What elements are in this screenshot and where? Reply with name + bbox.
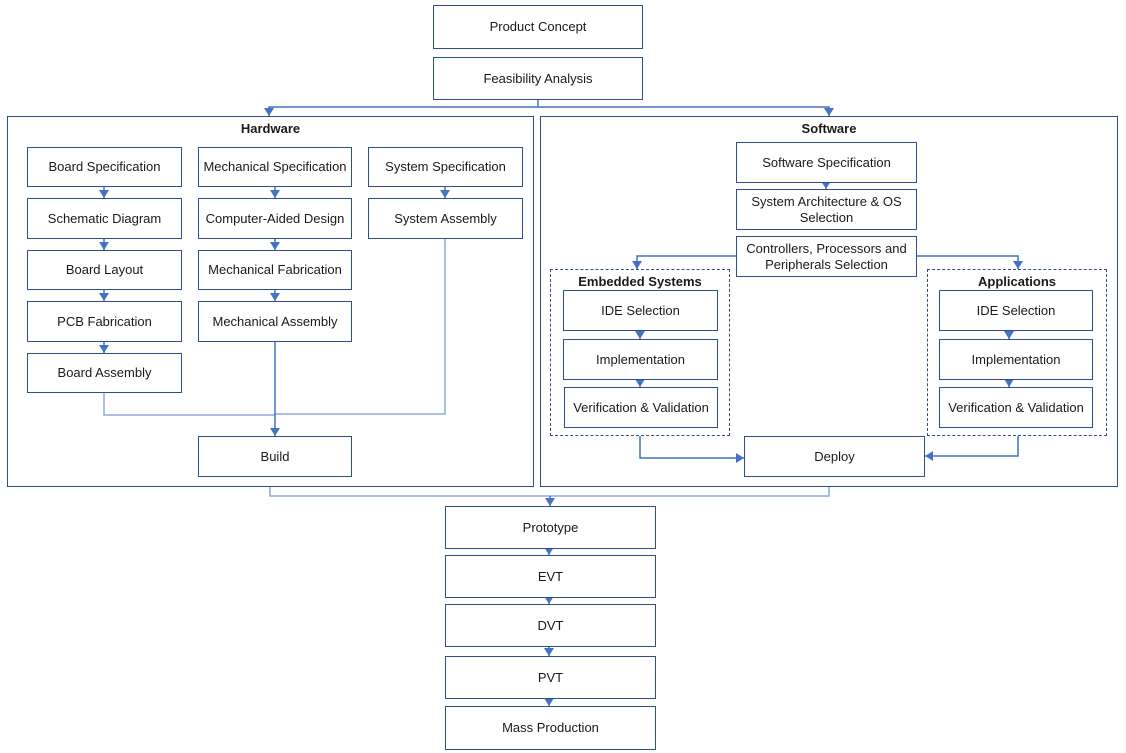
computer-aided-design-box: Computer-Aided Design (198, 198, 352, 239)
software-specification-label: Software Specification (762, 154, 891, 170)
system-specification-box: System Specification (368, 147, 523, 187)
to-hardware-connector (268, 106, 538, 116)
feasibility-analysis-label: Feasibility Analysis (483, 70, 593, 86)
evt-label: EVT (537, 568, 564, 584)
dvt-box: DVT (445, 604, 656, 647)
applications-implementation-label: Implementation (971, 351, 1061, 367)
board-assembly-box: Board Assembly (27, 353, 182, 393)
mechanical-assembly-box: Mechanical Assembly (198, 301, 352, 342)
to-hardware-connector-arrowhead (264, 108, 274, 116)
prototype-label: Prototype (522, 519, 579, 535)
embedded-implementation-box: Implementation (563, 339, 718, 380)
mass-production-box: Mass Production (445, 706, 656, 750)
controllers-selection-box: Controllers, Processors and Peripherals … (736, 236, 917, 277)
deploy-label: Deploy (814, 448, 855, 464)
board-specification-label: Board Specification (48, 159, 161, 174)
to-software-connector (538, 106, 830, 116)
evt-box: EVT (445, 555, 656, 598)
board-layout-label: Board Layout (65, 262, 144, 277)
applications-verification-label: Verification & Validation (948, 399, 1084, 415)
panels-to-prototype-bus (269, 487, 830, 497)
system-architecture-label: System Architecture & OS Selection (751, 193, 902, 225)
mechanical-specification-label: Mechanical Specification (203, 159, 347, 174)
applications-title: Applications (977, 274, 1056, 289)
to-prototype-connector-arrowhead (545, 498, 555, 506)
stage-arrow-2-arrowhead (544, 648, 554, 656)
applications-ide-selection-box: IDE Selection (939, 290, 1093, 331)
to-software-connector-arrowhead (824, 108, 834, 116)
prototype-box: Prototype (445, 506, 656, 549)
system-assembly-label: System Assembly (394, 210, 497, 226)
stage-arrow-3-arrowhead (544, 698, 554, 706)
mechanical-specification-box: Mechanical Specification (198, 147, 352, 187)
board-layout-box: Board Layout (27, 250, 182, 290)
pcb-fabrication-box: PCB Fabrication (27, 301, 182, 342)
embedded-verification-label: Verification & Validation (573, 399, 709, 415)
software-title: Software (801, 121, 857, 136)
pvt-box: PVT (445, 656, 656, 699)
applications-implementation-box: Implementation (939, 339, 1093, 380)
applications-verification-box: Verification & Validation (939, 387, 1093, 428)
pvt-label: PVT (537, 669, 564, 685)
dvt-label: DVT (537, 617, 564, 633)
mechanical-fabrication-label: Mechanical Fabrication (208, 262, 342, 277)
embedded-ide-selection-box: IDE Selection (563, 290, 718, 331)
deploy-box: Deploy (744, 436, 925, 477)
embedded-verification-box: Verification & Validation (564, 387, 718, 428)
embedded-systems-title: Embedded Systems (578, 274, 702, 289)
product-concept-label: Product Concept (489, 19, 587, 34)
pcb-fabrication-label: PCB Fabrication (57, 313, 152, 329)
board-assembly-label: Board Assembly (57, 365, 152, 380)
embedded-ide-selection-label: IDE Selection (601, 302, 680, 318)
build-box: Build (198, 436, 352, 477)
system-architecture-box: System Architecture & OS Selection (736, 189, 917, 230)
software-specification-box: Software Specification (736, 142, 917, 183)
mechanical-assembly-label: Mechanical Assembly (212, 313, 338, 329)
system-specification-label: System Specification (385, 159, 506, 174)
schematic-diagram-box: Schematic Diagram (27, 198, 182, 239)
product-concept-box: Product Concept (433, 5, 643, 49)
schematic-diagram-label: Schematic Diagram (47, 210, 162, 226)
system-assembly-box: System Assembly (368, 198, 523, 239)
embedded-implementation-label: Implementation (596, 351, 685, 367)
hardware-title: Hardware (240, 121, 301, 136)
controllers-selection-label: Controllers, Processors and Peripherals … (746, 240, 907, 272)
board-specification-box: Board Specification (27, 147, 182, 187)
mass-production-label: Mass Production (502, 720, 599, 735)
build-label: Build (260, 448, 290, 464)
computer-aided-design-label: Computer-Aided Design (205, 210, 345, 226)
applications-ide-selection-label: IDE Selection (976, 302, 1056, 318)
mechanical-fabrication-box: Mechanical Fabrication (198, 250, 352, 290)
feasibility-analysis-box: Feasibility Analysis (433, 57, 643, 100)
